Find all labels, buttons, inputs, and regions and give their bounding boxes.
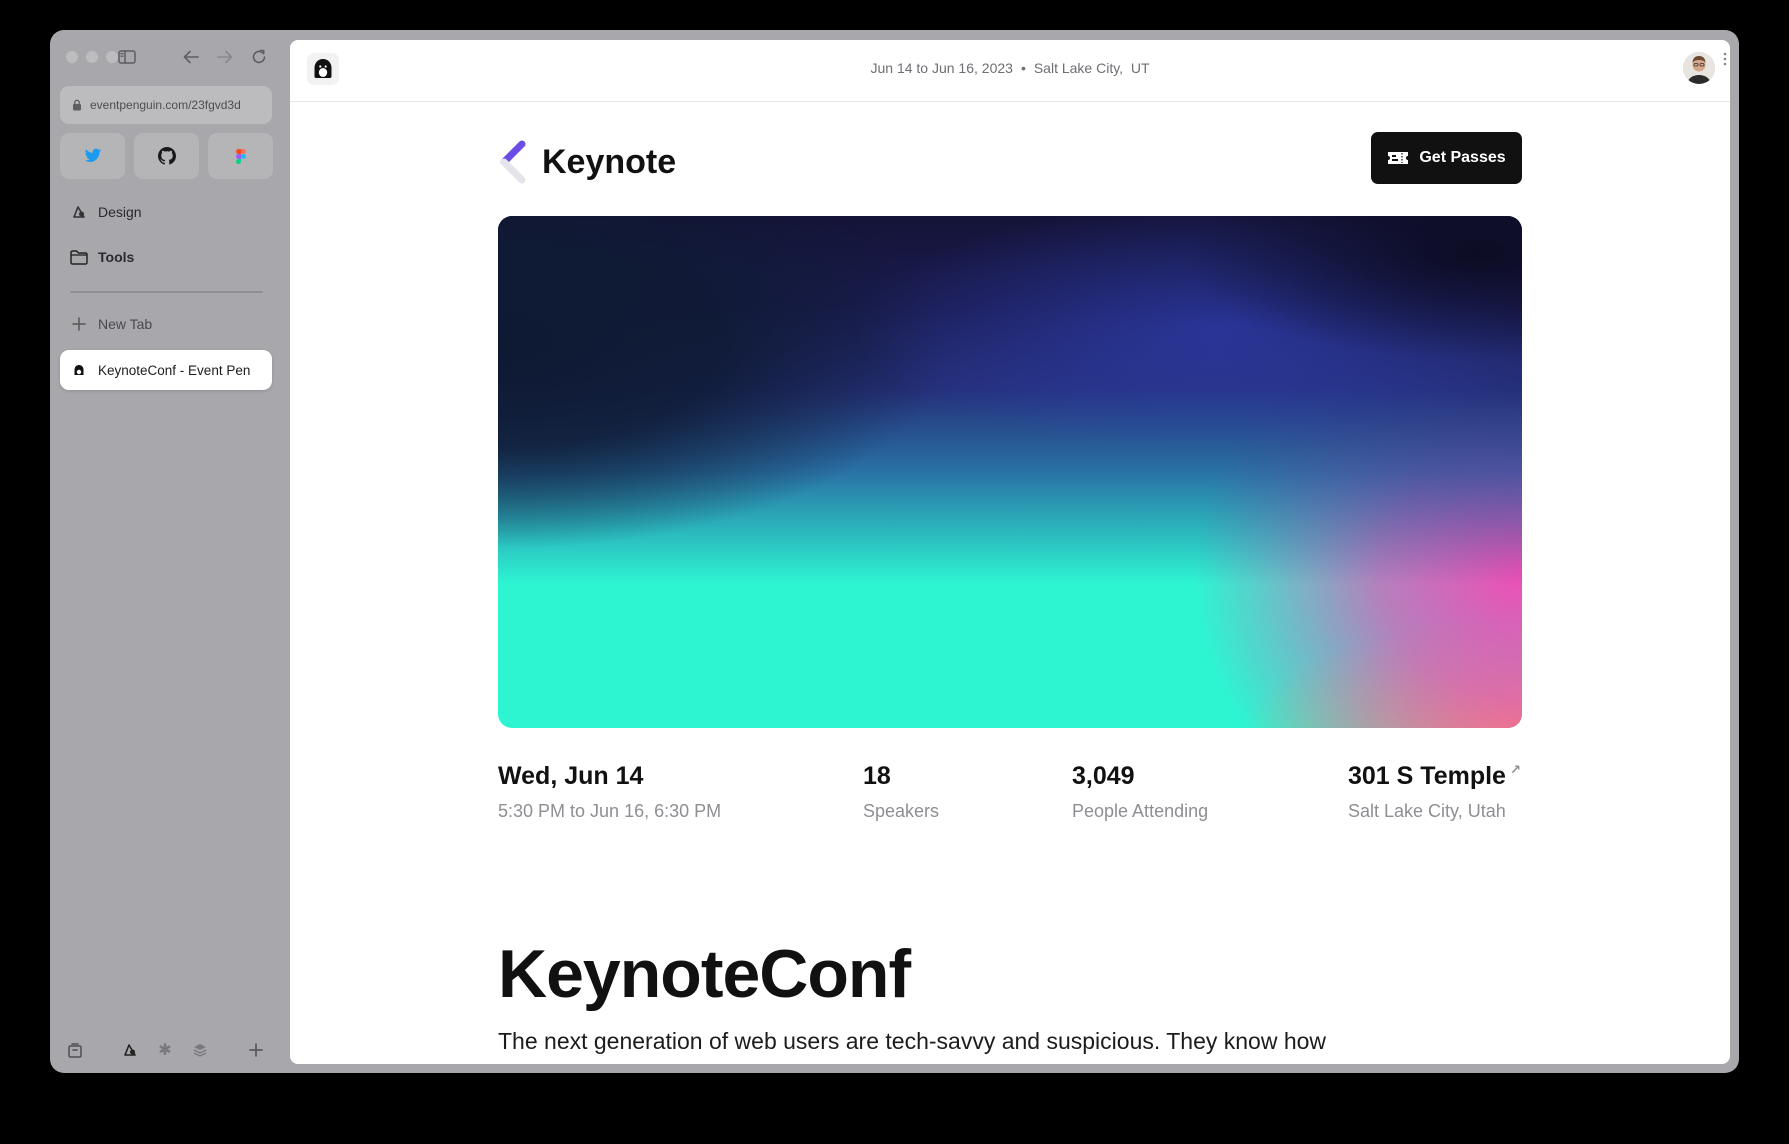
brand[interactable]: Keynote bbox=[498, 140, 676, 184]
event-meta: Jun 14 to Jun 16, 2023 • Salt Lake City, U… bbox=[290, 60, 1730, 76]
stat-value: 18 bbox=[863, 762, 891, 790]
sidebar-toggle-icon[interactable] bbox=[114, 44, 140, 70]
sidebar-bottom-bar: ✱ bbox=[50, 1035, 290, 1065]
stat-value: Wed, Jun 14 bbox=[498, 762, 644, 790]
stat-label: Speakers bbox=[863, 801, 940, 821]
tab-title: KeynoteConf - Event Pen bbox=[98, 362, 251, 378]
add-space-icon[interactable] bbox=[246, 1040, 266, 1060]
stat-date: Wed, Jun 14 5:30 PM to Jun 16, 6:30 PM bbox=[498, 762, 721, 822]
forward-arrow-icon[interactable] bbox=[212, 44, 238, 70]
user-avatar[interactable] bbox=[1683, 52, 1715, 84]
event-location: Salt Lake City, UT bbox=[1033, 60, 1150, 76]
browser-window: eventpenguin.com/23fgvd3d Design Tools N… bbox=[50, 30, 1739, 1073]
event-stats: Wed, Jun 14 5:30 PM to Jun 16, 6:30 PM 1… bbox=[498, 762, 1522, 832]
sidebar-divider bbox=[70, 291, 263, 293]
address-bar[interactable]: eventpenguin.com/23fgvd3d bbox=[60, 86, 272, 124]
space-design-icon[interactable] bbox=[120, 1040, 140, 1060]
minimize-window-button[interactable] bbox=[86, 51, 98, 63]
more-options-icon[interactable] bbox=[1723, 52, 1727, 66]
stat-venue[interactable]: 301 S Temple ↗ Salt Lake City, Utah bbox=[1348, 762, 1521, 822]
design-icon bbox=[68, 201, 90, 223]
address-url: eventpenguin.com/23fgvd3d bbox=[90, 98, 241, 112]
lock-icon bbox=[73, 99, 81, 111]
event-dates: Jun 14 to Jun 16, 2023 bbox=[870, 60, 1013, 76]
hero-gradient-image bbox=[498, 216, 1522, 728]
folder-icon bbox=[68, 246, 90, 268]
get-passes-button[interactable]: Get Passes bbox=[1371, 132, 1522, 184]
separator-dot: • bbox=[1020, 60, 1026, 76]
sidebar-item-label: Tools bbox=[98, 249, 135, 265]
close-window-button[interactable] bbox=[66, 51, 78, 63]
stat-attendees: 3,049 People Attending bbox=[1072, 762, 1208, 822]
ticket-icon bbox=[1388, 152, 1409, 164]
penguin-favicon-icon bbox=[68, 359, 90, 381]
archive-icon[interactable] bbox=[65, 1040, 85, 1060]
favorite-twitter[interactable] bbox=[60, 133, 125, 179]
space-layers-icon[interactable] bbox=[190, 1040, 210, 1060]
stat-value: 301 S Temple bbox=[1348, 762, 1506, 790]
window-controls bbox=[66, 51, 118, 63]
tab-keynoteconf[interactable]: KeynoteConf - Event Pen bbox=[60, 350, 272, 390]
reload-icon[interactable] bbox=[246, 44, 272, 70]
conference-description: The next generation of web users are tec… bbox=[498, 1028, 1327, 1054]
brand-name: Keynote bbox=[542, 142, 677, 181]
browser-sidebar: eventpenguin.com/23fgvd3d Design Tools N… bbox=[50, 30, 290, 1073]
space-asterisk-icon[interactable]: ✱ bbox=[155, 1040, 175, 1060]
site-header: Jun 14 to Jun 16, 2023 • Salt Lake City, U… bbox=[290, 40, 1730, 102]
figma-icon bbox=[235, 148, 246, 164]
new-tab-button[interactable]: New Tab bbox=[60, 307, 272, 341]
new-tab-label: New Tab bbox=[98, 316, 153, 332]
favorite-github[interactable] bbox=[134, 133, 199, 179]
plus-icon bbox=[68, 313, 90, 335]
stat-label: Salt Lake City, Utah bbox=[1348, 801, 1506, 821]
sidebar-item-label: Design bbox=[98, 204, 142, 220]
conference-title: KeynoteConf bbox=[498, 936, 911, 1012]
sidebar-item-tools[interactable]: Tools bbox=[60, 240, 272, 274]
stat-speakers: 18 Speakers bbox=[863, 762, 939, 822]
pinned-favorites bbox=[60, 133, 273, 179]
stat-label: People Attending bbox=[1072, 801, 1209, 821]
stat-value: 3,049 bbox=[1072, 762, 1135, 790]
sidebar-item-design[interactable]: Design bbox=[60, 195, 272, 229]
twitter-icon bbox=[84, 148, 101, 163]
web-content: Jun 14 to Jun 16, 2023 • Salt Lake City, U… bbox=[290, 40, 1730, 1064]
favorite-figma[interactable] bbox=[208, 133, 273, 179]
github-icon bbox=[157, 147, 176, 165]
stat-label: 5:30 PM to Jun 16, 6:30 PM bbox=[498, 801, 722, 821]
external-link-icon[interactable]: ↗ bbox=[1510, 762, 1521, 777]
keynote-logo-icon bbox=[500, 140, 526, 184]
get-passes-label: Get Passes bbox=[1419, 149, 1506, 166]
back-arrow-icon[interactable] bbox=[178, 44, 204, 70]
